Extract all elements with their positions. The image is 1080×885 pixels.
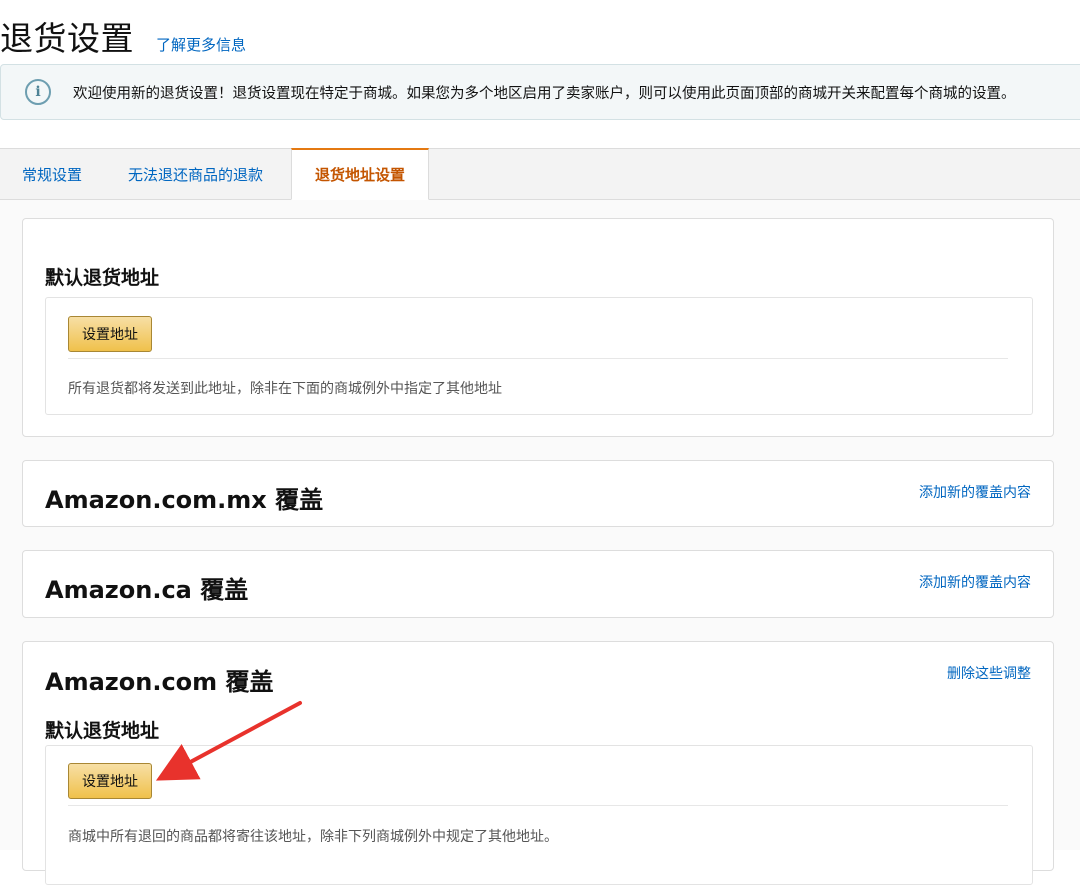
default-address-card: 默认退货地址 设置地址 所有退货都将发送到此地址，除非在下面的商城例外中指定了其… bbox=[22, 218, 1054, 437]
override-card-mx: Amazon.com.mx 覆盖 添加新的覆盖内容 bbox=[22, 460, 1054, 527]
tab-non-returnable-refunds[interactable]: 无法退还商品的退款 bbox=[128, 148, 270, 200]
override-title-ca: Amazon.ca 覆盖 bbox=[45, 576, 249, 604]
divider bbox=[68, 805, 1008, 806]
page-header: 退货设置 了解更多信息 bbox=[0, 12, 246, 58]
override-title-com: Amazon.com 覆盖 bbox=[45, 668, 274, 696]
tab-return-address-settings[interactable]: 退货地址设置 bbox=[291, 148, 429, 200]
default-address-box: 设置地址 所有退货都将发送到此地址，除非在下面的商城例外中指定了其他地址 bbox=[45, 297, 1033, 415]
settings-tabbar: 常规设置 无法退还商品的退款 退货地址设置 bbox=[0, 148, 1080, 200]
override-card-com: Amazon.com 覆盖 删除这些调整 默认退货地址 设置地址 商城中所有退回… bbox=[22, 641, 1054, 885]
add-override-link-ca[interactable]: 添加新的覆盖内容 bbox=[919, 572, 1031, 592]
page-title: 退货设置 bbox=[0, 19, 134, 58]
tab-general-settings[interactable]: 常规设置 bbox=[22, 148, 86, 200]
override-card-ca: Amazon.ca 覆盖 添加新的覆盖内容 bbox=[22, 550, 1054, 618]
com-default-address-helper: 商城中所有退回的商品都将寄往该地址，除非下列商城例外中规定了其他地址。 bbox=[68, 829, 558, 845]
default-address-heading: 默认退货地址 bbox=[45, 267, 160, 289]
com-default-address-heading: 默认退货地址 bbox=[45, 720, 160, 742]
com-default-address-box: 设置地址 商城中所有退回的商品都将寄往该地址，除非下列商城例外中规定了其他地址。 bbox=[45, 745, 1033, 885]
info-banner-text: 欢迎使用新的退货设置！退货设置现在特定于商城。如果您为多个地区启用了卖家账户，则… bbox=[73, 85, 1016, 102]
override-title-mx: Amazon.com.mx 覆盖 bbox=[45, 486, 324, 514]
default-address-helper: 所有退货都将发送到此地址，除非在下面的商城例外中指定了其他地址 bbox=[68, 381, 502, 397]
learn-more-link[interactable]: 了解更多信息 bbox=[156, 34, 246, 55]
info-banner: i 欢迎使用新的退货设置！退货设置现在特定于商城。如果您为多个地区启用了卖家账户… bbox=[0, 64, 1080, 120]
content-area: 默认退货地址 设置地址 所有退货都将发送到此地址，除非在下面的商城例外中指定了其… bbox=[0, 200, 1080, 885]
set-address-button-com[interactable]: 设置地址 bbox=[68, 763, 152, 799]
info-icon: i bbox=[25, 79, 51, 105]
set-address-button[interactable]: 设置地址 bbox=[68, 316, 152, 352]
divider bbox=[68, 358, 1008, 359]
add-override-link-mx[interactable]: 添加新的覆盖内容 bbox=[919, 482, 1031, 502]
delete-adjustments-link[interactable]: 删除这些调整 bbox=[947, 663, 1031, 683]
